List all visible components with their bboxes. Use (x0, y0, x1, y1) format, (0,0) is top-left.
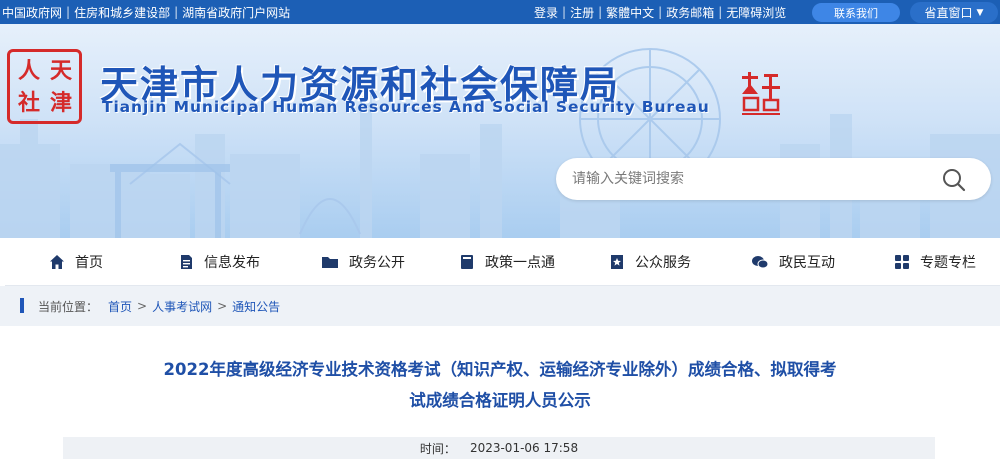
seal-char: 人 (18, 58, 41, 84)
breadcrumb-notices[interactable]: 通知公告 (232, 298, 280, 315)
divider: | (598, 5, 603, 19)
folder-icon (322, 257, 338, 268)
link-gov-china[interactable]: 中国政府网 (2, 4, 62, 21)
top-left-links: 中国政府网 | 住房和城乡建设部 | 湖南省政府门户网站 (2, 0, 290, 24)
document-icon (181, 255, 192, 269)
breadcrumb-home[interactable]: 首页 (108, 298, 132, 315)
nav-item-label: 信息发布 (204, 255, 260, 271)
breadcrumb-trail: 当前位置： 首页 > 人事考试网 > 通知公告 (38, 286, 280, 326)
nav-item-home[interactable]: 首页 (49, 238, 103, 286)
top-bar: 中国政府网 | 住房和城乡建设部 | 湖南省政府门户网站 登录 | 注册 | 繁… (0, 0, 1000, 24)
link-hunan-gov[interactable]: 湖南省政府门户网站 (182, 4, 290, 21)
nav-item-label: 首页 (75, 255, 103, 271)
nav-item-special-topics[interactable]: 专题专栏 (894, 238, 976, 286)
bureau-seal-logo: 人 天 社 津 (7, 49, 82, 124)
divider: | (658, 5, 663, 19)
search-input[interactable] (572, 158, 932, 200)
breadcrumb-marker (20, 298, 24, 313)
book-icon (461, 255, 473, 269)
breadcrumb-label: 当前位置： (38, 299, 99, 314)
home-icon (50, 255, 64, 269)
top-right-links: 登录 | 注册 | 繁體中文 | 政务邮箱 | 无障碍浏览 (534, 0, 786, 24)
article-title-line: 2022年度高级经济专业技术资格考试（知识产权、运输经济专业除外）成绩合格、拟取… (163, 360, 837, 379)
breadcrumb: 当前位置： 首页 > 人事考试网 > 通知公告 (0, 286, 1000, 326)
nav-item-gov-affairs[interactable]: 政务公开 (321, 238, 405, 286)
login-link[interactable]: 登录 (534, 4, 558, 21)
breadcrumb-separator: > (137, 299, 148, 313)
nav-item-label: 公众服务 (635, 255, 691, 271)
site-title-english: Tianjin Municipal Human Resources And So… (102, 98, 710, 116)
breadcrumb-separator: > (217, 299, 228, 313)
divider: | (174, 5, 179, 19)
divider: | (66, 5, 71, 19)
tianjin-emblem-icon (742, 72, 780, 115)
seal-char: 社 (18, 90, 41, 116)
divider: | (562, 5, 567, 19)
search-icon[interactable] (942, 168, 966, 192)
divider: | (718, 5, 723, 19)
accessibility-link[interactable]: 无障碍浏览 (726, 4, 786, 21)
traditional-chinese-link[interactable]: 繁體中文 (606, 4, 654, 21)
breadcrumb-exam-site[interactable]: 人事考试网 (152, 298, 212, 315)
nav-item-interaction[interactable]: 政民互动 (751, 238, 835, 286)
nav-item-label: 政民互动 (779, 255, 835, 271)
search-bar (556, 158, 991, 200)
header-banner: 人 天 社 津 天津市人力资源和社会保障局 Tianjin Municipal … (0, 24, 1000, 238)
contact-us-button[interactable]: 联系我们 (812, 3, 900, 22)
star-bookmark-icon (611, 255, 623, 269)
register-link[interactable]: 注册 (570, 4, 594, 21)
article-title-line: 试成绩合格证明人员公示 (409, 391, 591, 410)
nav-item-label: 专题专栏 (920, 255, 976, 271)
seal-char: 津 (50, 90, 73, 116)
seal-char: 天 (50, 58, 73, 84)
nav-item-policy[interactable]: 政策一点通 (459, 238, 555, 286)
nav-item-public-service[interactable]: 公众服务 (609, 238, 691, 286)
article-meta: 时间： 2023-01-06 17:58 (63, 437, 935, 459)
province-window-label: 省直窗口 (924, 6, 973, 20)
chevron-down-icon: ▼ (976, 7, 984, 18)
publish-time-value: 2023-01-06 17:58 (469, 441, 579, 455)
nav-item-label: 政策一点通 (485, 255, 555, 271)
publish-time-label: 时间： (419, 441, 456, 456)
article-title: 2022年度高级经济专业技术资格考试（知识产权、运输经济专业除外）成绩合格、拟取… (0, 354, 1000, 416)
nav-item-info-release[interactable]: 信息发布 (178, 238, 260, 286)
nav-item-label: 政务公开 (349, 255, 405, 271)
province-window-dropdown[interactable]: 省直窗口 ▼ (910, 2, 998, 23)
grid-icon (895, 255, 909, 269)
chat-icon (752, 256, 769, 269)
link-mohurd[interactable]: 住房和城乡建设部 (74, 4, 170, 21)
gov-mail-link[interactable]: 政务邮箱 (666, 4, 714, 21)
main-nav: 首页 信息发布 政务公开 政策一点通 公众服务 政民互动 专题专栏 (5, 238, 1000, 286)
